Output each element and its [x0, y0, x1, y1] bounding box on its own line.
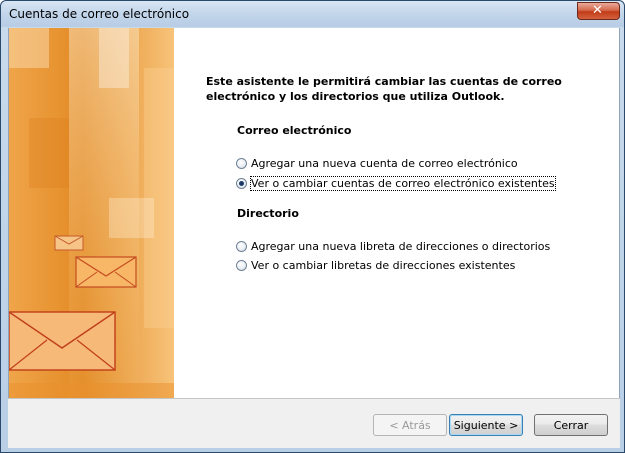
radio-label: Ver o cambiar cuentas de correo electrón…	[250, 175, 556, 191]
radio-label: Ver o cambiar libretas de direcciones ex…	[251, 258, 516, 272]
radio-add-address-book[interactable]: Agregar una nueva libreta de direcciones…	[236, 238, 550, 254]
title-bar[interactable]: Cuentas de correo electrónico ✕	[1, 1, 624, 27]
window-title: Cuentas de correo electrónico	[9, 7, 190, 21]
wizard-content: Este asistente le permitirá cambiar las …	[174, 28, 619, 398]
radio-button[interactable]	[236, 240, 247, 252]
intro-text: Este asistente le permitirá cambiar las …	[206, 75, 562, 103]
side-banner-image	[9, 28, 174, 398]
radio-view-change-email-accounts[interactable]: Ver o cambiar cuentas de correo electrón…	[236, 175, 556, 191]
close-window-button[interactable]: ✕	[577, 2, 620, 20]
radio-label: Agregar una nueva libreta de direcciones…	[251, 239, 551, 253]
large-envelope-icon	[9, 311, 116, 371]
wizard-body: Este asistente le permitirá cambiar las …	[8, 28, 620, 398]
next-button[interactable]: Siguiente >	[449, 414, 523, 436]
small-envelope-icon	[54, 235, 84, 251]
email-section-heading: Correo electrónico	[237, 124, 352, 137]
radio-button[interactable]	[236, 157, 247, 169]
radio-view-change-address-books[interactable]: Ver o cambiar libretas de direcciones ex…	[236, 257, 515, 273]
radio-label: Agregar una nueva cuenta de correo elect…	[251, 156, 518, 170]
medium-envelope-icon	[75, 256, 137, 288]
button-bar: < Atrás Siguiente > Cerrar	[8, 398, 620, 448]
dialog-window: Cuentas de correo electrónico ✕ Este asi…	[0, 0, 625, 453]
radio-button-selected[interactable]	[236, 177, 247, 189]
close-icon: ✕	[592, 3, 603, 18]
radio-button[interactable]	[236, 259, 247, 271]
close-button[interactable]: Cerrar	[534, 414, 608, 436]
directory-section-heading: Directorio	[237, 207, 299, 220]
radio-add-email-account[interactable]: Agregar una nueva cuenta de correo elect…	[236, 155, 518, 171]
back-button[interactable]: < Atrás	[373, 414, 447, 436]
envelopes-illustration	[9, 28, 174, 398]
